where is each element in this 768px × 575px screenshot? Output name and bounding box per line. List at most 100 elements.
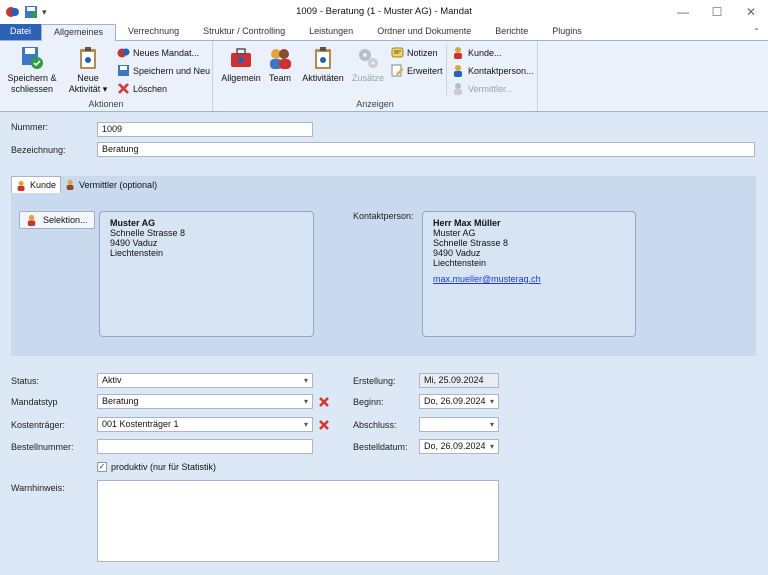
bezeichnung-input[interactable]: Beratung <box>97 142 755 157</box>
broker-icon <box>66 179 74 190</box>
warnhinweis-textarea[interactable] <box>97 480 499 562</box>
bestellnummer-input[interactable] <box>97 439 313 454</box>
notes-label: Notizen <box>407 47 438 58</box>
tab-verrechnung[interactable]: Verrechnung <box>116 24 191 40</box>
new-mandate-icon <box>117 48 130 58</box>
minimize-button[interactable]: — <box>666 0 700 24</box>
collapse-ribbon-icon[interactable]: ⌃ <box>753 27 760 36</box>
new-mandate-label: Neues Mandat... <box>133 47 200 58</box>
team-icon <box>270 49 291 69</box>
tab-plugins[interactable]: Plugins <box>540 24 594 40</box>
customer-button[interactable]: Kunde... <box>452 46 502 59</box>
separator <box>446 45 447 95</box>
team-label: Team <box>268 73 291 83</box>
mandatstyp-select[interactable]: Beratung <box>97 394 313 409</box>
delete-button[interactable]: Löschen <box>117 82 167 95</box>
save-new-button[interactable]: Speichern und Neu <box>117 64 210 77</box>
contact-street: Schnelle Strasse 8 <box>433 238 509 248</box>
delete-label: Löschen <box>133 83 168 94</box>
activities-button[interactable]: Aktivitäten <box>299 45 347 84</box>
team-button[interactable]: Team <box>265 45 295 84</box>
contact-email-link[interactable]: max.mueller@musterag.ch <box>433 274 541 284</box>
mandate-form: Nummer: 1009 Bezeichnung: Beratung Kunde… <box>0 112 768 575</box>
kunde-panel: Selektion... Muster AG Schnelle Strasse … <box>11 193 756 356</box>
save-close-label-1: Speichern & <box>7 73 57 83</box>
new-activity-button[interactable]: Neue Aktivität ▾ <box>64 45 112 95</box>
bezeichnung-label: Bezeichnung: <box>11 145 66 155</box>
extended-button[interactable]: Erweitert <box>391 64 443 77</box>
beginn-date-picker[interactable]: Do, 26.09.2024 <box>419 394 499 409</box>
activities-label: Aktivitäten <box>302 73 344 83</box>
save-close-label-2: schliessen <box>10 84 54 94</box>
new-activity-label-1: Neue <box>77 73 99 83</box>
abschluss-label: Abschluss: <box>353 420 397 430</box>
abschluss-date-picker[interactable] <box>419 417 499 432</box>
customer-icon <box>454 47 462 59</box>
customer-country: Liechtenstein <box>110 248 164 258</box>
group-aktionen: Speichern & schliessen Neue Aktivität ▾ … <box>0 41 213 111</box>
mandatstyp-label: Mandatstyp <box>11 397 58 407</box>
contact-city: 9490 Vaduz <box>433 248 481 258</box>
contact-company: Muster AG <box>433 228 476 238</box>
broker-button[interactable]: Vermittler... <box>452 82 513 95</box>
maximize-button[interactable]: ☐ <box>700 0 734 24</box>
app-icon <box>6 7 19 17</box>
customer-label: Kunde... <box>468 47 502 58</box>
tab-vermittler-label: Vermittler (optional) <box>79 179 158 190</box>
title-bar: ▾ 1009 - Beratung (1 - Muster AG) - Mand… <box>0 0 768 24</box>
notes-button[interactable]: Notizen <box>391 46 438 59</box>
customer-city: 9490 Vaduz <box>110 238 158 248</box>
contact-label: Kontaktperson... <box>468 65 534 76</box>
contact-icon <box>454 65 462 77</box>
tab-kunde[interactable]: Kunde <box>11 176 62 193</box>
ribbon: Speichern & schliessen Neue Aktivität ▾ … <box>0 40 768 112</box>
gears-icon <box>359 49 378 68</box>
briefcase-icon <box>231 48 251 67</box>
clear-kostentraeger-icon[interactable] <box>318 419 330 431</box>
bestelldatum-date-picker[interactable]: Do, 26.09.2024 <box>419 439 499 454</box>
save-close-icon <box>22 47 43 69</box>
customer-address-box: Muster AG Schnelle Strasse 8 9490 Vaduz … <box>99 211 314 337</box>
extended-label: Erweitert <box>407 65 443 76</box>
tab-ordner-dokumente[interactable]: Ordner und Dokumente <box>365 24 483 40</box>
tab-vermittler[interactable]: Vermittler (optional) <box>61 176 161 193</box>
contact-person-label: Kontaktperson: <box>353 211 414 221</box>
nummer-input[interactable]: 1009 <box>97 122 313 137</box>
customer-street: Schnelle Strasse 8 <box>110 228 186 238</box>
edit-icon <box>391 64 404 77</box>
contact-button[interactable]: Kontaktperson... <box>452 64 534 77</box>
selection-button[interactable]: Selektion... <box>19 211 95 229</box>
contact-name: Herr Max Müller <box>433 218 501 228</box>
save-close-button[interactable]: Speichern & schliessen <box>4 45 60 95</box>
tab-kunde-label: Kunde <box>30 180 57 190</box>
tab-berichte[interactable]: Berichte <box>483 24 540 40</box>
status-select[interactable]: Aktiv <box>97 373 313 388</box>
tab-leistungen[interactable]: Leistungen <box>297 24 365 40</box>
qat-dropdown-icon[interactable]: ▾ <box>42 7 47 18</box>
new-activity-label-2: Aktivität ▾ <box>68 84 108 94</box>
save-icon[interactable] <box>24 5 38 19</box>
clear-mandatstyp-icon[interactable] <box>318 396 330 408</box>
customer-icon <box>17 180 25 191</box>
contact-address-box: Herr Max Müller Muster AG Schnelle Stras… <box>422 211 636 337</box>
kostentraeger-label: Kostenträger: <box>11 420 66 430</box>
general-button[interactable]: Allgemein <box>219 45 263 84</box>
new-mandate-button[interactable]: Neues Mandat... <box>117 46 199 59</box>
tab-struktur-controlling[interactable]: Struktur / Controlling <box>191 24 297 40</box>
broker-label: Vermittler... <box>468 83 514 94</box>
tab-allgemeines[interactable]: Allgemeines <box>41 24 117 41</box>
clipboard-icon <box>80 47 96 69</box>
general-label: Allgemein <box>221 73 261 83</box>
customer-name: Muster AG <box>110 218 156 228</box>
extras-button[interactable]: Zusätze <box>351 45 385 84</box>
produktiv-checkbox[interactable]: ✓ produktiv (nur für Statistik) <box>97 462 216 472</box>
nummer-label: Nummer: <box>11 122 49 132</box>
tab-datei[interactable]: Datei <box>0 24 42 40</box>
kostentraeger-select[interactable]: 001 Kostenträger 1 <box>97 417 313 432</box>
activities-icon <box>315 47 331 69</box>
close-button[interactable]: ✕ <box>734 0 768 24</box>
warnhinweis-label: Warnhinweis: <box>11 483 65 493</box>
party-tabs: Kunde Vermittler (optional) <box>11 176 756 193</box>
beginn-label: Beginn: <box>353 397 384 407</box>
broker-icon <box>454 83 462 95</box>
